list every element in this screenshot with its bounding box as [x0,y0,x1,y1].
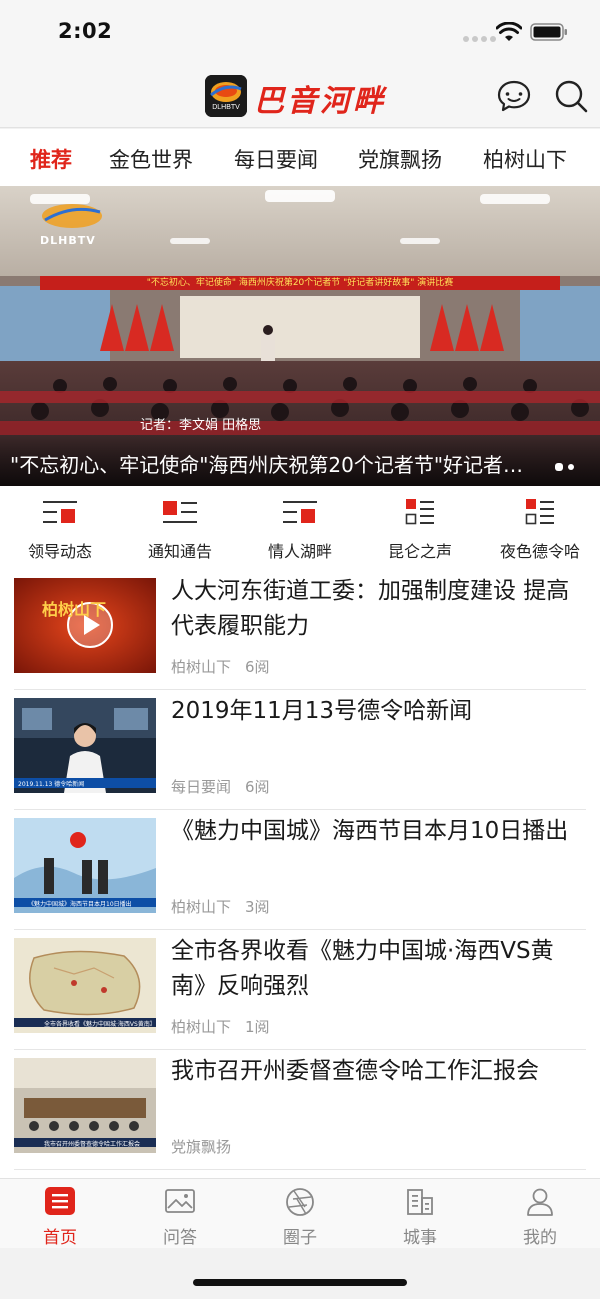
status-bar: 2:02 [0,0,600,64]
home-icon [45,1187,75,1215]
tab-mine[interactable]: 我的 [480,1179,600,1249]
thumbnail-caption: 2019.11.13 德令哈新闻 [18,781,85,788]
category-lover-lake[interactable]: 情人湖畔 [240,486,360,570]
category-label: 情人湖畔 [267,542,332,561]
signal-icon [463,36,496,42]
carousel-indicator [555,463,574,471]
channel-tab-daily-news[interactable]: 每日要闻 [234,144,318,174]
news-source: 柏树山下 [171,658,232,676]
news-thumbnail: 《魅力中国城》海西节目本月10日播出 [14,818,156,913]
chat-icon[interactable] [496,78,532,114]
square-lines-icon [163,501,197,523]
tab-label: 我的 [523,1228,557,1248]
category-leadership[interactable]: 领导动态 [0,486,120,570]
news-item[interactable]: 我市召开州委督查德令哈工作汇报会 我市召开州委督查德令哈工作汇报会 党旗飘扬 [0,1050,600,1170]
banner-watermark: DLHBTV [40,234,96,247]
channel-tab-golden-world[interactable]: 金色世界 [109,144,193,174]
divider [14,1169,586,1170]
news-item[interactable]: 《魅力中国城》海西节目本月10日播出 《魅力中国城》海西节目本月10日播出 柏树… [0,810,600,930]
app-logo: DLHBTV [205,75,247,117]
app-title: 巴音河畔 [254,84,386,119]
category-kunlun-voice[interactable]: 昆仑之声 [360,486,480,570]
news-source: 每日要闻 [171,778,232,796]
news-source: 柏树山下 [171,898,232,916]
thumbnail-caption: 我市召开州委督查德令哈工作汇报会 [44,1141,141,1148]
building-icon [407,1189,433,1215]
category-row: 领导动态 通知通告 情人湖畔 昆仑之声 夜色德令哈 [0,486,600,570]
news-meta: 柏树山下 1阅 [171,1016,270,1037]
tab-label: 问答 [163,1228,197,1248]
home-indicator[interactable] [193,1279,407,1286]
status-time: 2:02 [58,19,113,43]
category-notice[interactable]: 通知通告 [120,486,240,570]
grid-list-icon [525,499,554,525]
news-reads: 6阅 [245,658,270,676]
category-label: 通知通告 [147,542,212,561]
tab-home[interactable]: 首页 [0,1179,120,1249]
news-meta: 柏树山下 3阅 [171,896,270,917]
category-label: 昆仑之声 [387,542,452,561]
news-item[interactable]: 2019.11.13 德令哈新闻 2019年11月13号德令哈新闻 每日要闻 6阅 [0,690,600,810]
news-meta: 党旗飘扬 [171,1136,231,1157]
thumbnail-caption: 全市各界收看《魅力中国城·海西VS黄南》 [44,1021,152,1028]
tab-label: 首页 [43,1228,77,1248]
app-header: DLHBTV 巴音河畔 [0,64,600,128]
news-thumbnail: 我市召开州委督查德令哈工作汇报会 [14,1058,156,1153]
category-label: 夜色德令哈 [499,542,580,561]
image-icon [165,1189,195,1213]
news-list: 柏树山下 人大河东街道工委：加强制度建设 提高代表履职能力 柏树山下 6阅 201… [0,570,600,1178]
wifi-icon [496,22,522,41]
banner-stage-text: "不忘初心、牢记使命" 海西州庆祝第20个记者节 "好记者讲好故事" 演讲比赛 [146,278,454,288]
channel-tab-cypress-hill[interactable]: 柏树山下 [483,144,567,174]
channel-tab-party-flag[interactable]: 党旗飘扬 [358,144,442,174]
news-reads: 3阅 [245,898,270,916]
bottom-tab-bar: 首页 问答 圈子 城事 我的 [0,1178,600,1248]
thumbnail-caption: 柏树山下 [42,600,107,619]
tab-label: 圈子 [283,1228,317,1248]
news-title: 我市召开州委督查德令哈工作汇报会 [171,1058,539,1084]
tab-label: 城事 [403,1228,437,1248]
grid-list-icon [405,499,434,525]
news-title: 人大河东街道工委：加强制度建设 提高代表履职能力 [171,578,570,639]
news-thumbnail: 柏树山下 [14,578,156,673]
lines-square-icon [283,501,317,523]
channel-tabs: 推荐 金色世界 每日要闻 党旗飘扬 柏树山下 [0,129,600,186]
news-title: 全市各界收看《魅力中国城·海西VS黄南》反响强烈 [171,938,554,999]
channel-tab-recommend[interactable]: 推荐 [30,144,72,174]
news-thumbnail: 全市各界收看《魅力中国城·海西VS黄南》 [14,938,156,1033]
logo-text: DLHBTV [212,104,240,111]
category-delingha-night[interactable]: 夜色德令哈 [480,486,600,570]
search-icon[interactable] [553,78,589,114]
news-item[interactable]: 柏树山下 人大河东街道工委：加强制度建设 提高代表履职能力 柏树山下 6阅 [0,570,600,690]
banner-reporter-text: 记者：李文娟 田格思 [140,418,262,433]
tab-circle[interactable]: 圈子 [240,1179,360,1249]
category-label: 领导动态 [27,542,92,561]
user-icon [527,1188,553,1216]
news-source: 党旗飘扬 [171,1138,232,1156]
home-indicator-area [0,1248,600,1299]
news-meta: 柏树山下 6阅 [171,656,270,677]
news-reads: 1阅 [245,1018,270,1036]
news-meta: 每日要闻 6阅 [171,776,270,797]
battery-icon [530,23,567,41]
banner-title[interactable]: "不忘初心、牢记使命"海西州庆祝第20个记者节"好记者讲好故事"演讲比赛 [10,449,530,478]
news-source: 柏树山下 [171,1018,232,1036]
news-title: 2019年11月13号德令哈新闻 [171,698,473,724]
news-item[interactable]: 全市各界收看《魅力中国城·海西VS黄南》 全市各界收看《魅力中国城·海西VS黄南… [0,930,600,1050]
banner-carousel[interactable]: DLHBTV "不忘初心、牢记使命" 海西州庆祝第20个记者节 "好记者讲好故事… [0,186,600,486]
news-reads: 6阅 [245,778,270,796]
thumbnail-caption: 《魅力中国城》海西节目本月10日播出 [28,901,132,908]
tab-city[interactable]: 城事 [360,1179,480,1249]
news-thumbnail: 2019.11.13 德令哈新闻 [14,698,156,793]
news-title: 《魅力中国城》海西节目本月10日播出 [171,818,569,844]
tab-qa[interactable]: 问答 [120,1179,240,1249]
aperture-icon [286,1188,314,1216]
lines-square-icon [43,501,77,523]
